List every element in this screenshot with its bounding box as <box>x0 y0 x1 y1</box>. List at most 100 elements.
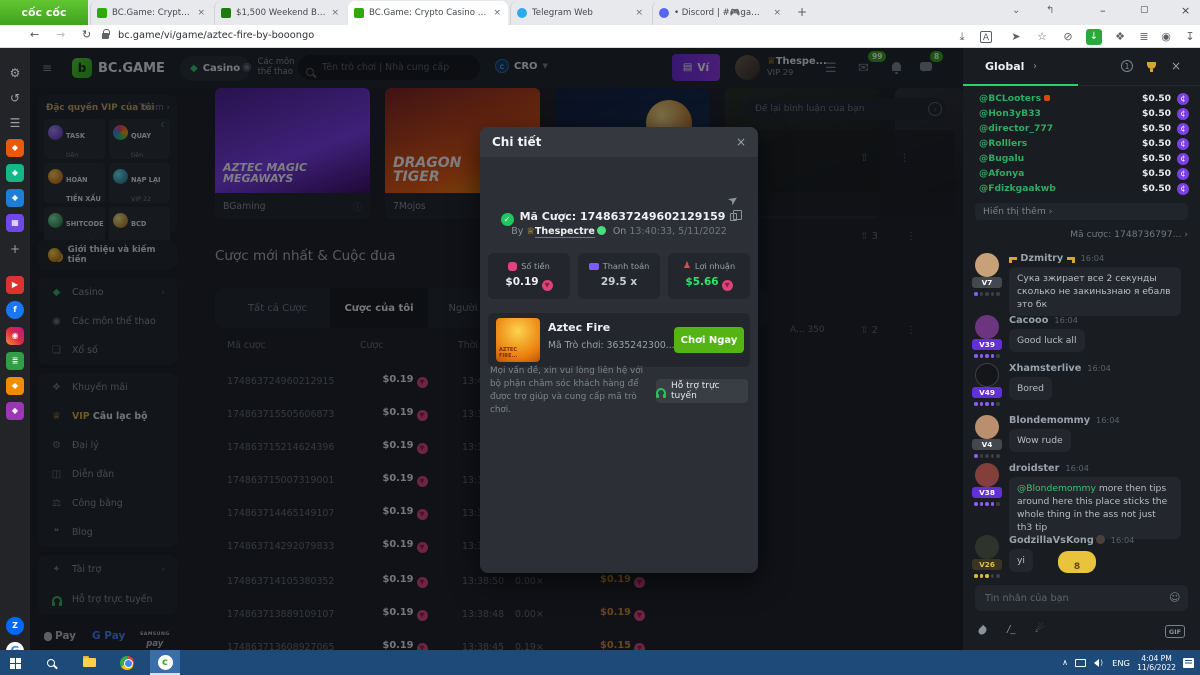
taskbar-search-icon[interactable] <box>36 650 66 675</box>
pinned-site-amber-icon[interactable]: ◆ <box>6 377 24 395</box>
zalo-icon[interactable]: Z <box>6 617 24 635</box>
volume-icon[interactable]: ) <box>1094 650 1103 675</box>
trophy-icon[interactable] <box>1147 62 1156 69</box>
emoji-smiley-icon[interactable]: ☺ <box>1169 591 1180 604</box>
chat-username[interactable]: Cacooo <box>1009 315 1048 326</box>
vip-level-badge: V7 <box>972 277 1002 288</box>
tip-row[interactable]: @Fdizkgaakwb$0.50¢ <box>979 183 1189 198</box>
avatar[interactable] <box>975 253 999 277</box>
avatar[interactable] <box>975 535 999 559</box>
lock-icon[interactable] <box>102 33 109 39</box>
tray-expand-icon[interactable]: ∧ <box>1062 650 1068 675</box>
pinned-site-green-icon[interactable]: ≣ <box>6 352 24 370</box>
modal-close-icon[interactable]: × <box>736 135 746 149</box>
pinned-site-purple-icon[interactable]: ◆ <box>6 402 24 420</box>
chat-bet-link[interactable]: Mã cược: 1748736797... › <box>1070 229 1188 240</box>
downloads-tray-icon[interactable]: ↧ <box>1182 30 1198 44</box>
mention-link[interactable]: @Blondemommy <box>1017 483 1096 494</box>
tip-row[interactable]: @Afonya$0.50¢ <box>979 168 1189 183</box>
minimize-button[interactable]: – <box>1100 4 1106 17</box>
share-icon[interactable]: ➤ <box>1008 30 1024 44</box>
slash-commands-icon[interactable]: /_ <box>1007 624 1015 635</box>
coccoc-taskbar-icon[interactable]: c <box>150 650 180 675</box>
translate-icon[interactable]: A <box>980 31 992 43</box>
add-shortcut-icon[interactable]: + <box>6 240 24 258</box>
clock[interactable]: 4:04 PM11/6/2022 <box>1137 650 1176 675</box>
copy-icon[interactable] <box>730 213 737 221</box>
history-icon[interactable]: ↺ <box>6 89 24 107</box>
browser-tab-1[interactable]: BC.Game: Crypto Casino Gam × <box>90 1 212 25</box>
network-icon[interactable] <box>1075 650 1086 675</box>
forward-icon[interactable]: → <box>56 28 65 41</box>
language-indicator[interactable]: ENG <box>1112 650 1130 675</box>
chat-room-tab[interactable]: Global <box>985 60 1024 73</box>
chevron-right-icon[interactable]: › <box>1033 61 1037 72</box>
chat-username[interactable]: droidster <box>1009 463 1059 474</box>
facebook-icon[interactable]: f <box>6 301 24 319</box>
adblock-shield-icon[interactable]: ⊘ <box>1060 30 1076 44</box>
games-gamepad-icon[interactable]: ▦ <box>6 214 24 232</box>
youtube-icon[interactable]: ▶ <box>6 276 24 294</box>
live-support-button[interactable]: Hỗ trợ trực tuyến <box>656 379 748 403</box>
chat-panel: Global › 1 × @BCLooters$0.50¢ @Hon3yB33$… <box>963 48 1200 650</box>
tab-close-icon[interactable]: × <box>772 8 782 18</box>
reading-list-icon[interactable]: ≣ <box>1136 30 1152 44</box>
chrome-icon[interactable] <box>112 650 142 675</box>
tip-row[interactable]: @BCLooters$0.50¢ <box>979 93 1189 108</box>
chat-username[interactable]: Dzmitry <box>1020 253 1063 264</box>
chat-username[interactable]: Xhamsterlive <box>1009 363 1081 374</box>
chat-input[interactable] <box>975 585 1188 611</box>
new-tab-button[interactable]: + <box>797 5 807 19</box>
download-active-icon[interactable]: ↓ <box>1086 29 1102 45</box>
pinned-site-blue-icon[interactable]: ◆ <box>6 189 24 207</box>
emoji-reaction[interactable]: 8 <box>1058 551 1096 573</box>
file-explorer-icon[interactable] <box>74 650 104 675</box>
tip-row[interactable]: @Rolllers$0.50¢ <box>979 138 1189 153</box>
bettor-username[interactable]: Thespectre <box>535 226 595 238</box>
tip-row[interactable]: @Bugalu$0.50¢ <box>979 153 1189 168</box>
recent-tabs-icon[interactable]: ↰ <box>1046 5 1054 16</box>
browser-tab-5[interactable]: • Discord | #🎮games | BC G × <box>652 1 788 25</box>
pinned-site-orange-icon[interactable]: ◆ <box>6 139 24 157</box>
action-center-icon[interactable] <box>1183 650 1194 675</box>
bc-coin-icon: ¢ <box>1177 153 1189 165</box>
chat-rules-icon[interactable]: 1 <box>1121 60 1133 72</box>
tab-close-icon[interactable]: × <box>492 8 502 18</box>
browser-tab-4[interactable]: Telegram Web × <box>510 1 650 25</box>
reload-icon[interactable]: ↻ <box>82 28 91 41</box>
tip-row[interactable]: @Hon3yB33$0.50¢ <box>979 108 1189 123</box>
browser-tab-2[interactable]: $1,500 Weekend Booongo M × <box>214 1 346 25</box>
tab-search-icon[interactable]: ⌄ <box>1012 5 1020 16</box>
comet-icon[interactable]: ☄ <box>1035 624 1044 635</box>
show-more-button[interactable]: Hiển thị thêm › <box>975 203 1188 220</box>
bookmark-star-icon[interactable]: ☆ <box>1034 30 1050 44</box>
gif-icon[interactable]: GIF <box>1165 625 1185 638</box>
rain-drop-icon[interactable] <box>979 626 986 635</box>
tip-row[interactable]: @director_777$0.50¢ <box>979 123 1189 138</box>
instagram-icon[interactable]: ◉ <box>6 327 24 345</box>
avatar[interactable] <box>975 315 999 339</box>
tab-close-icon[interactable]: × <box>196 8 206 18</box>
close-button[interactable]: × <box>1181 4 1190 17</box>
chat-close-icon[interactable]: × <box>1171 59 1181 73</box>
browser-tab-active[interactable]: BC.Game: Crypto Casino Gan × <box>348 1 508 25</box>
aztec-fire-thumbnail[interactable]: AZTECFIRE... <box>496 318 540 362</box>
pinned-site-teal-icon[interactable]: ◆ <box>6 164 24 182</box>
avatar[interactable] <box>975 463 999 487</box>
bookmarks-list-icon[interactable]: ☰ <box>6 114 24 132</box>
avatar[interactable] <box>975 363 999 387</box>
url-text[interactable]: bc.game/vi/game/aztec-fire-by-booongo <box>118 30 314 41</box>
avatar[interactable] <box>975 415 999 439</box>
back-icon[interactable]: ← <box>30 28 39 41</box>
extensions-puzzle-icon[interactable]: ❖ <box>1112 30 1128 44</box>
chat-username[interactable]: GodzillaVsKong <box>1009 535 1094 546</box>
settings-gear-icon[interactable]: ⚙ <box>6 64 24 82</box>
profile-avatar-icon[interactable]: ◉ <box>1158 30 1174 44</box>
tab-close-icon[interactable]: × <box>634 8 644 18</box>
chat-username[interactable]: Blondemommy <box>1009 415 1090 426</box>
maximize-button[interactable]: ▢ <box>1140 5 1149 15</box>
save-page-icon[interactable]: ⤓ <box>954 30 970 44</box>
play-now-button[interactable]: Chơi Ngay <box>674 327 744 353</box>
tab-close-icon[interactable]: × <box>330 8 340 18</box>
start-button[interactable] <box>0 650 30 675</box>
